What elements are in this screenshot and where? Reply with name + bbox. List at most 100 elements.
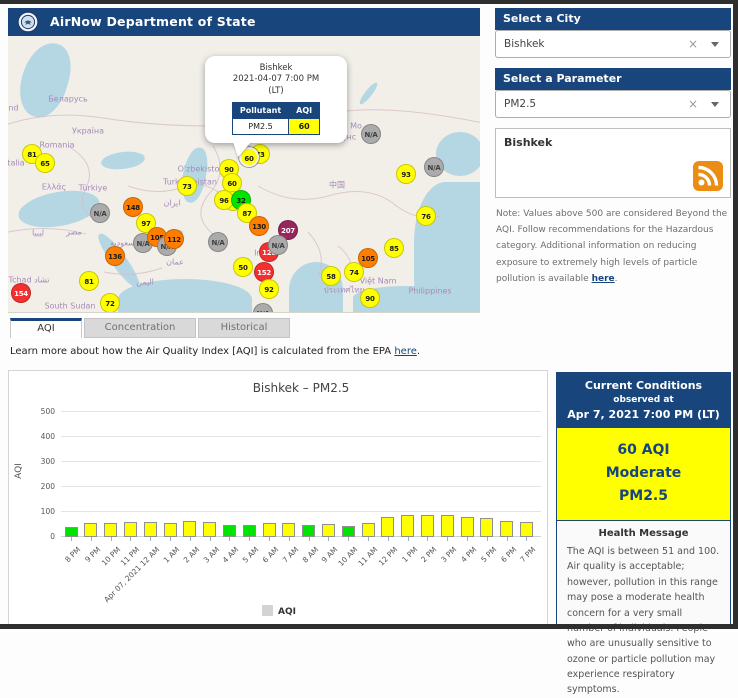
aqi-station-marker[interactable]: 112 [164,229,184,249]
aqi-bar[interactable] [321,524,335,537]
note-here-link[interactable]: here [592,274,615,284]
aqi-station-marker[interactable]: N/A [90,203,110,223]
aqi-map[interactable]: Беларусь land Україна Romania talia Ελλάς Türk… [8,36,480,313]
city-select[interactable]: Bishkek × [495,30,731,58]
aqi-bar[interactable] [500,520,514,537]
tab-historical[interactable]: Historical [198,318,290,338]
health-message-section: Health Message The AQI is between 51 and… [557,521,730,698]
observed-datetime: Apr 7, 2021 7:00 PM (LT) [567,408,720,421]
popup-timezone: (LT) [268,85,284,96]
aqi-bar[interactable] [64,526,78,537]
aqi-bar[interactable] [222,524,236,537]
aqi-bar[interactable] [84,522,98,537]
aqi-bar[interactable] [401,515,415,537]
window-edge-bottom [0,624,738,629]
x-axis-tick [189,537,191,541]
aqi-station-marker[interactable]: 93 [396,164,416,184]
y-axis-tick-label: 0 [50,532,55,541]
chart-legend: AQI [9,605,549,617]
current-aqi-category: Moderate [605,465,682,481]
aqi-station-marker[interactable]: N/A [268,235,288,255]
window-edge-top [0,0,738,4]
map-country-label: Ελλάς [41,182,67,192]
parameter-caret-icon[interactable] [711,102,719,107]
aqi-station-marker[interactable]: 76 [416,206,436,226]
aqi-station-marker[interactable]: 50 [233,257,253,277]
aqi-station-marker[interactable]: 154 [11,283,31,303]
aqi-station-marker[interactable]: 73 [177,176,197,196]
aqi-station-marker[interactable]: N/A [361,124,381,144]
aqi-bar[interactable] [302,525,316,537]
popup-table: Pollutant AQI PM2.5 60 [231,102,321,136]
aqi-bar[interactable] [143,522,157,537]
parameter-select[interactable]: PM2.5 × [495,90,731,118]
chart-title: Bishkek – PM2.5 [252,381,350,395]
aqi-station-marker[interactable]: 92 [259,279,279,299]
y-axis-tick-label: 300 [40,457,55,466]
aqi-station-marker[interactable]: 130 [249,216,269,236]
map-popup: Bishkek 2021-04-07 7:00 PM (LT) Pollutan… [205,56,347,158]
map-country-label: 中国 [329,180,345,190]
current-conditions-title: Current Conditions [584,379,703,392]
aqi-bar[interactable] [262,523,276,537]
map-country-label: talia [8,158,25,168]
aqi-bar[interactable] [381,516,395,537]
aqi-station-marker[interactable]: 65 [35,153,55,173]
window-edge-right [733,0,738,629]
aqi-bar[interactable] [123,521,137,537]
current-aqi-block: 60 AQI Moderate PM2.5 [557,428,730,521]
x-axis-tick [308,537,310,541]
aqi-bar[interactable] [341,525,355,537]
aqi-station-marker[interactable]: 81 [79,271,99,291]
aqi-bar[interactable] [480,517,494,537]
map-country-label: Việt Nam [359,276,397,286]
x-axis-tick [150,537,152,541]
aqi-station-marker[interactable]: 85 [384,238,404,258]
x-axis-tick [170,537,171,541]
aqi-station-marker[interactable]: N/A [208,232,228,252]
learn-more-end: . [416,346,421,357]
aqi-bar[interactable] [163,522,177,537]
map-country-label: مصر [66,227,82,237]
aqi-station-marker[interactable]: 90 [360,288,380,308]
aqi-bar[interactable] [242,525,256,537]
rss-icon[interactable] [693,161,723,191]
map-country-label: Tchad تشاد [8,275,50,285]
aqi-bar[interactable] [183,520,197,537]
aqi-chart-panel: Bishkek – PM2.5 AQI 0 100 200 300 400 500 8 PM… [8,370,548,626]
note-text: Note: Values above 500 are considered Be… [496,209,728,284]
popup-col-aqi: AQI [288,102,321,120]
aqi-station-marker[interactable]: 72 [100,293,120,312]
aqi-station-marker[interactable]: 58 [321,266,341,286]
aqi-bar[interactable] [519,522,533,537]
aqi-bar[interactable] [104,523,118,537]
current-conditions-header: Current Conditions observed at Apr 7, 20… [557,373,730,428]
aqi-note: Note: Values above 500 are considered Be… [496,206,732,287]
aqi-bar[interactable] [440,514,454,537]
city-select-value: Bishkek [504,38,545,50]
aqi-bar[interactable] [361,523,375,537]
x-axis-tick [229,537,231,541]
aqi-bar[interactable] [420,514,434,537]
city-caret-icon[interactable] [711,42,719,47]
map-country-label: Україна [71,126,105,136]
x-axis-tick [209,537,211,541]
chart-y-axis-label: AQI [13,463,24,479]
aqi-station-marker[interactable]: 136 [105,246,125,266]
aqi-station-marker[interactable]: N/A [424,157,444,177]
city-clear-icon[interactable]: × [688,31,698,57]
aqi-bar[interactable] [460,517,474,537]
note-text-end: . [614,273,618,284]
x-axis-tick [90,537,92,541]
map-panel-title: AirNow Department of State [50,14,256,29]
parameter-clear-icon[interactable]: × [688,91,698,117]
tab-aqi[interactable]: AQI [10,318,82,338]
popup-datetime: 2021-04-07 7:00 PM [232,74,320,85]
map-country-label: Türkiye [78,183,108,193]
aqi-bar[interactable] [282,523,296,537]
aqi-bar[interactable] [203,522,217,537]
aqi-station-marker[interactable]: 74 [344,262,364,282]
tab-concentration[interactable]: Concentration [84,318,196,338]
city-feed-box: Bishkek [495,128,731,198]
learn-more-here-link[interactable]: here [394,346,417,357]
